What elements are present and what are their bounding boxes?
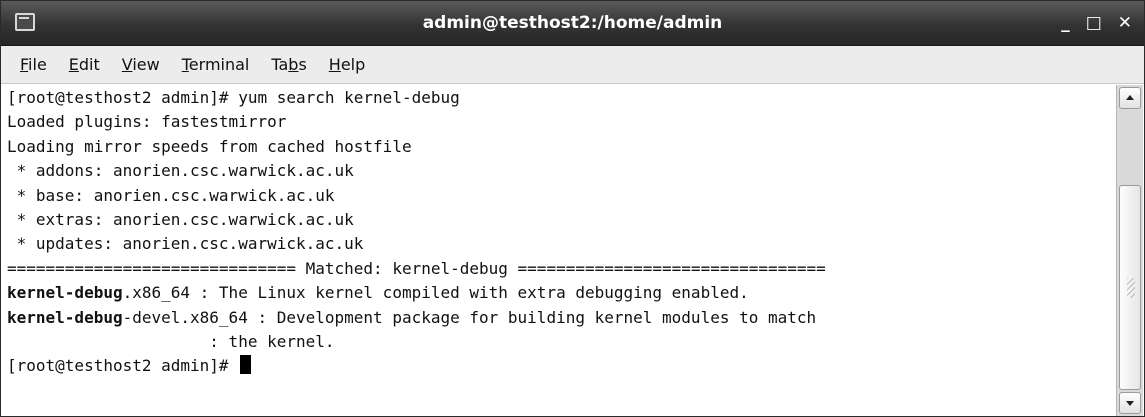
- grip-icon: [1127, 278, 1135, 298]
- menu-bar: File Edit View Terminal Tabs Help: [1, 46, 1144, 84]
- menu-terminal[interactable]: Terminal: [171, 55, 261, 74]
- terminal-line: kernel-debug.x86_64 : The Linux kernel c…: [7, 281, 826, 305]
- scroll-thumb[interactable]: [1119, 185, 1141, 390]
- window-controls: _ □ ✕: [1061, 1, 1132, 45]
- terminal-line: * base: anorien.csc.warwick.ac.uk: [7, 184, 826, 208]
- terminal-line-text: * addons: anorien.csc.warwick.ac.uk: [7, 161, 354, 181]
- terminal-line: Loaded plugins: fastestmirror: [7, 110, 826, 134]
- terminal-line: * extras: anorien.csc.warwick.ac.uk: [7, 208, 826, 232]
- terminal-line-text: : the kernel.: [7, 331, 335, 351]
- arrow-up-icon[interactable]: [1119, 87, 1141, 109]
- title-bar[interactable]: admin@testhost2:/home/admin _ □ ✕: [1, 1, 1144, 46]
- terminal-line-text: Loaded plugins: fastestmirror: [7, 112, 287, 132]
- minimize-button[interactable]: _: [1061, 1, 1070, 45]
- menu-view[interactable]: View: [111, 55, 171, 74]
- close-button[interactable]: ✕: [1118, 1, 1132, 45]
- package-name: kernel-debug: [7, 307, 123, 327]
- menu-file[interactable]: File: [9, 55, 58, 74]
- terminal-line-text: .x86_64 : The Linux kernel compiled with…: [122, 283, 749, 303]
- terminal-line-text: [root@testhost2 admin]# yum search kerne…: [7, 88, 460, 107]
- menu-tabs[interactable]: Tabs: [260, 55, 317, 74]
- terminal-line: Loading mirror speeds from cached hostfi…: [7, 135, 826, 159]
- terminal-window: admin@testhost2:/home/admin _ □ ✕ File E…: [0, 0, 1145, 417]
- terminal-line: * addons: anorien.csc.warwick.ac.uk: [7, 159, 826, 183]
- terminal-line: * updates: anorien.csc.warwick.ac.uk: [7, 232, 826, 256]
- terminal-line-text: * updates: anorien.csc.warwick.ac.uk: [7, 234, 364, 254]
- text-cursor: [240, 355, 252, 375]
- terminal-line: [root@testhost2 admin]# yum search kerne…: [7, 86, 826, 110]
- maximize-button[interactable]: □: [1086, 1, 1102, 45]
- vertical-scrollbar[interactable]: [1116, 85, 1143, 416]
- terminal-line-text: * base: anorien.csc.warwick.ac.uk: [7, 185, 335, 205]
- terminal-text: [root@testhost2 admin]# yum search kerne…: [7, 86, 826, 379]
- arrow-down-icon[interactable]: [1119, 392, 1141, 414]
- terminal-output[interactable]: [root@testhost2 admin]# yum search kerne…: [1, 85, 1116, 416]
- terminal-line: : the kernel.: [7, 330, 826, 354]
- terminal-line: [root@testhost2 admin]#: [7, 354, 826, 378]
- terminal-line: ============================== Matched: …: [7, 257, 826, 281]
- terminal-line-text: -devel.x86_64 : Development package for …: [122, 307, 817, 327]
- terminal-line-text: Loading mirror speeds from cached hostfi…: [7, 136, 412, 156]
- menu-edit[interactable]: Edit: [58, 55, 111, 74]
- terminal-line-text: [root@testhost2 admin]#: [7, 356, 239, 376]
- package-name: kernel-debug: [7, 283, 123, 303]
- terminal-line-text: ============================== Matched: …: [7, 258, 826, 278]
- terminal-line: kernel-debug-devel.x86_64 : Development …: [7, 306, 826, 330]
- menu-help[interactable]: Help: [318, 55, 376, 74]
- terminal-line-text: * extras: anorien.csc.warwick.ac.uk: [7, 209, 354, 229]
- window-title: admin@testhost2:/home/admin: [422, 13, 723, 33]
